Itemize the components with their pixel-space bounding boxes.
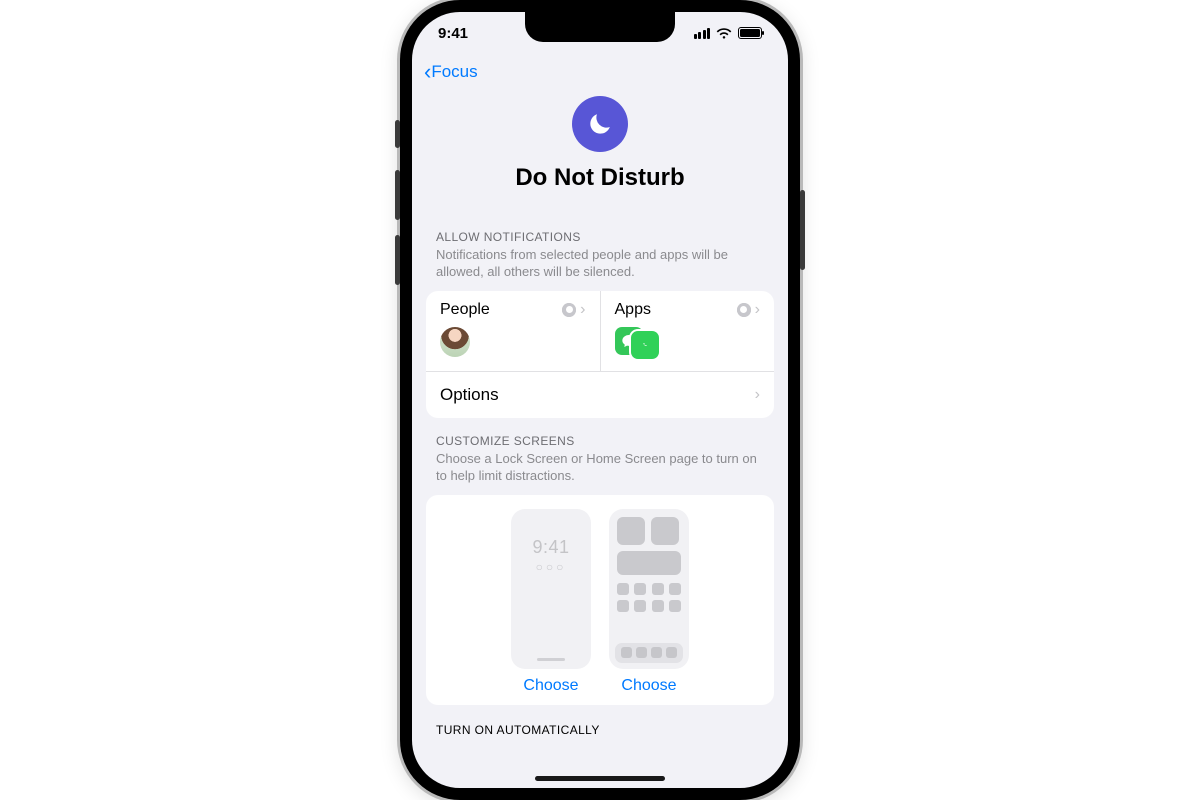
customize-section-title: CUSTOMIZE SCREENS — [436, 434, 764, 448]
home-indicator-icon — [537, 658, 565, 661]
people-row[interactable]: People › — [426, 291, 600, 371]
wifi-icon — [716, 27, 732, 39]
auto-section-title: TURN ON AUTOMATICALLY — [412, 705, 788, 737]
contact-avatar — [440, 327, 470, 357]
lockscreen-preview[interactable]: 9:41 ○○○ — [511, 509, 591, 669]
gear-icon — [562, 303, 576, 317]
customize-section-header: CUSTOMIZE SCREENS Choose a Lock Screen o… — [412, 418, 788, 487]
allow-section-title: ALLOW NOTIFICATIONS — [436, 230, 764, 244]
notch — [525, 12, 675, 42]
focus-title: Do Not Disturb — [515, 164, 684, 192]
apps-row[interactable]: Apps › — [600, 291, 775, 371]
ring-switch — [395, 120, 400, 148]
chevron-right-icon: › — [580, 301, 585, 319]
options-label: Options — [440, 385, 499, 405]
back-label: Focus — [431, 62, 477, 82]
home-indicator[interactable] — [535, 776, 665, 781]
lockscreen-preview-time: 9:41 — [511, 537, 591, 558]
allow-section-header: ALLOW NOTIFICATIONS Notifications from s… — [412, 214, 788, 283]
customize-section-desc: Choose a Lock Screen or Home Screen page… — [436, 451, 764, 485]
chevron-right-icon: › — [755, 386, 760, 404]
moon-icon — [586, 110, 614, 138]
dock-icon — [615, 643, 683, 663]
lockscreen-preview-widgets: ○○○ — [511, 560, 591, 574]
back-button[interactable]: ‹ Focus — [424, 62, 478, 82]
people-label: People — [440, 301, 490, 319]
choose-lockscreen-button[interactable]: Choose — [523, 677, 578, 695]
focus-hero: Do Not Disturb — [412, 90, 788, 214]
chevron-right-icon: › — [755, 301, 760, 319]
phone-app-icon — [631, 331, 659, 359]
customize-card: 9:41 ○○○ Choose — [426, 495, 774, 705]
apps-label: Apps — [615, 301, 651, 319]
status-time: 9:41 — [438, 25, 468, 42]
battery-icon — [738, 27, 762, 39]
focus-hero-icon-bg — [572, 96, 628, 152]
nav-bar: ‹ Focus — [412, 54, 788, 90]
choose-homescreen-button[interactable]: Choose — [621, 677, 676, 695]
options-row[interactable]: Options › — [426, 371, 774, 418]
volume-up-button — [395, 170, 400, 220]
gear-icon — [737, 303, 751, 317]
allow-card: People › Apps — [426, 291, 774, 418]
homescreen-preview[interactable] — [609, 509, 689, 669]
screen: 9:41 ‹ Focus — [412, 12, 788, 788]
volume-down-button — [395, 235, 400, 285]
allowed-apps-cluster — [615, 327, 659, 359]
cellular-icon — [694, 28, 711, 39]
phone-frame: 9:41 ‹ Focus — [400, 0, 800, 800]
allow-section-desc: Notifications from selected people and a… — [436, 247, 764, 281]
power-button — [800, 190, 805, 270]
